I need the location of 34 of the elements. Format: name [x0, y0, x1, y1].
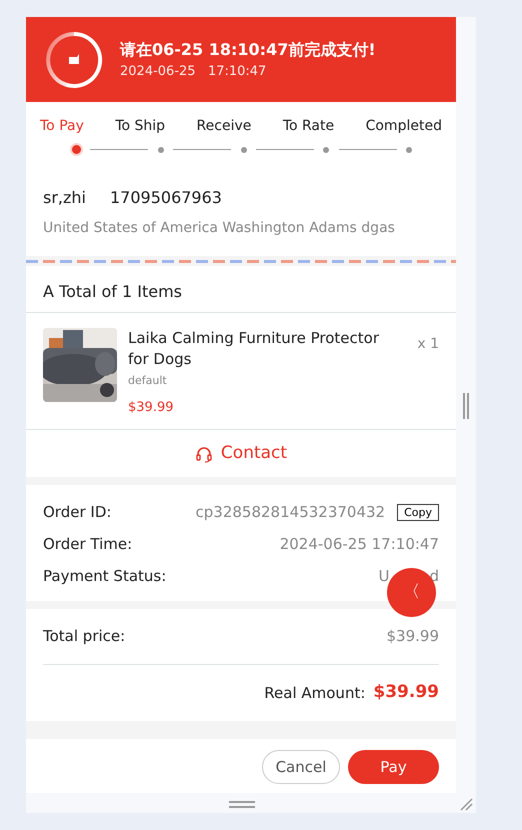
order-timestamp: 2024-06-25 17:10:47	[120, 62, 268, 81]
address-line: United States of America Washington Adams dgas	[43, 219, 396, 238]
total-price-value: $39.99	[386, 626, 439, 648]
scrollbar-handle-icon[interactable]	[463, 393, 470, 419]
product-price: $39.99	[128, 398, 174, 416]
info-label: Payment Status:	[43, 566, 166, 587]
real-amount-value: $39.99	[373, 681, 439, 704]
contact-button[interactable]: Contact	[194, 440, 288, 466]
copy-button[interactable]: Copy	[397, 504, 439, 520]
recipient-phone: 17095067963	[110, 187, 222, 209]
status-step-tab[interactable]: Completed	[366, 116, 442, 137]
info-label: Order Time:	[43, 534, 132, 555]
product-title: Laika Calming Furniture Protector for Dogs	[128, 328, 380, 370]
total-price-label: Total price:	[43, 626, 126, 648]
headset-icon	[194, 444, 213, 462]
resize-grip-icon[interactable]	[459, 797, 473, 811]
info-value: U	[378, 566, 390, 587]
recipient-name: sr,zhi	[43, 187, 86, 209]
info-label: Order ID:	[43, 502, 112, 523]
payment-deadline-title: 请在06-25 18:10:47前完成支付!	[120, 38, 376, 61]
drag-handle-icon[interactable]	[229, 801, 255, 808]
status-step-tab[interactable]: To Pay	[40, 116, 84, 137]
status-step-tab[interactable]: To Ship	[115, 116, 166, 137]
item-quantity: x 1	[417, 335, 439, 354]
status-step-tab[interactable]: To Rate	[282, 116, 334, 137]
real-amount-label: Real Amount:	[264, 682, 366, 704]
pay-button[interactable]: Pay	[348, 750, 439, 784]
cancel-button[interactable]: Cancel	[262, 750, 340, 784]
timer-ring-icon	[44, 30, 104, 90]
info-value: 2024-06-25 17:10:47	[280, 534, 439, 555]
items-count-heading: A Total of 1 Items	[43, 281, 184, 303]
info-value: cp328582814532370432	[196, 502, 386, 523]
variant-label: default	[128, 373, 168, 389]
status-step-tab[interactable]: Receive	[196, 116, 252, 137]
